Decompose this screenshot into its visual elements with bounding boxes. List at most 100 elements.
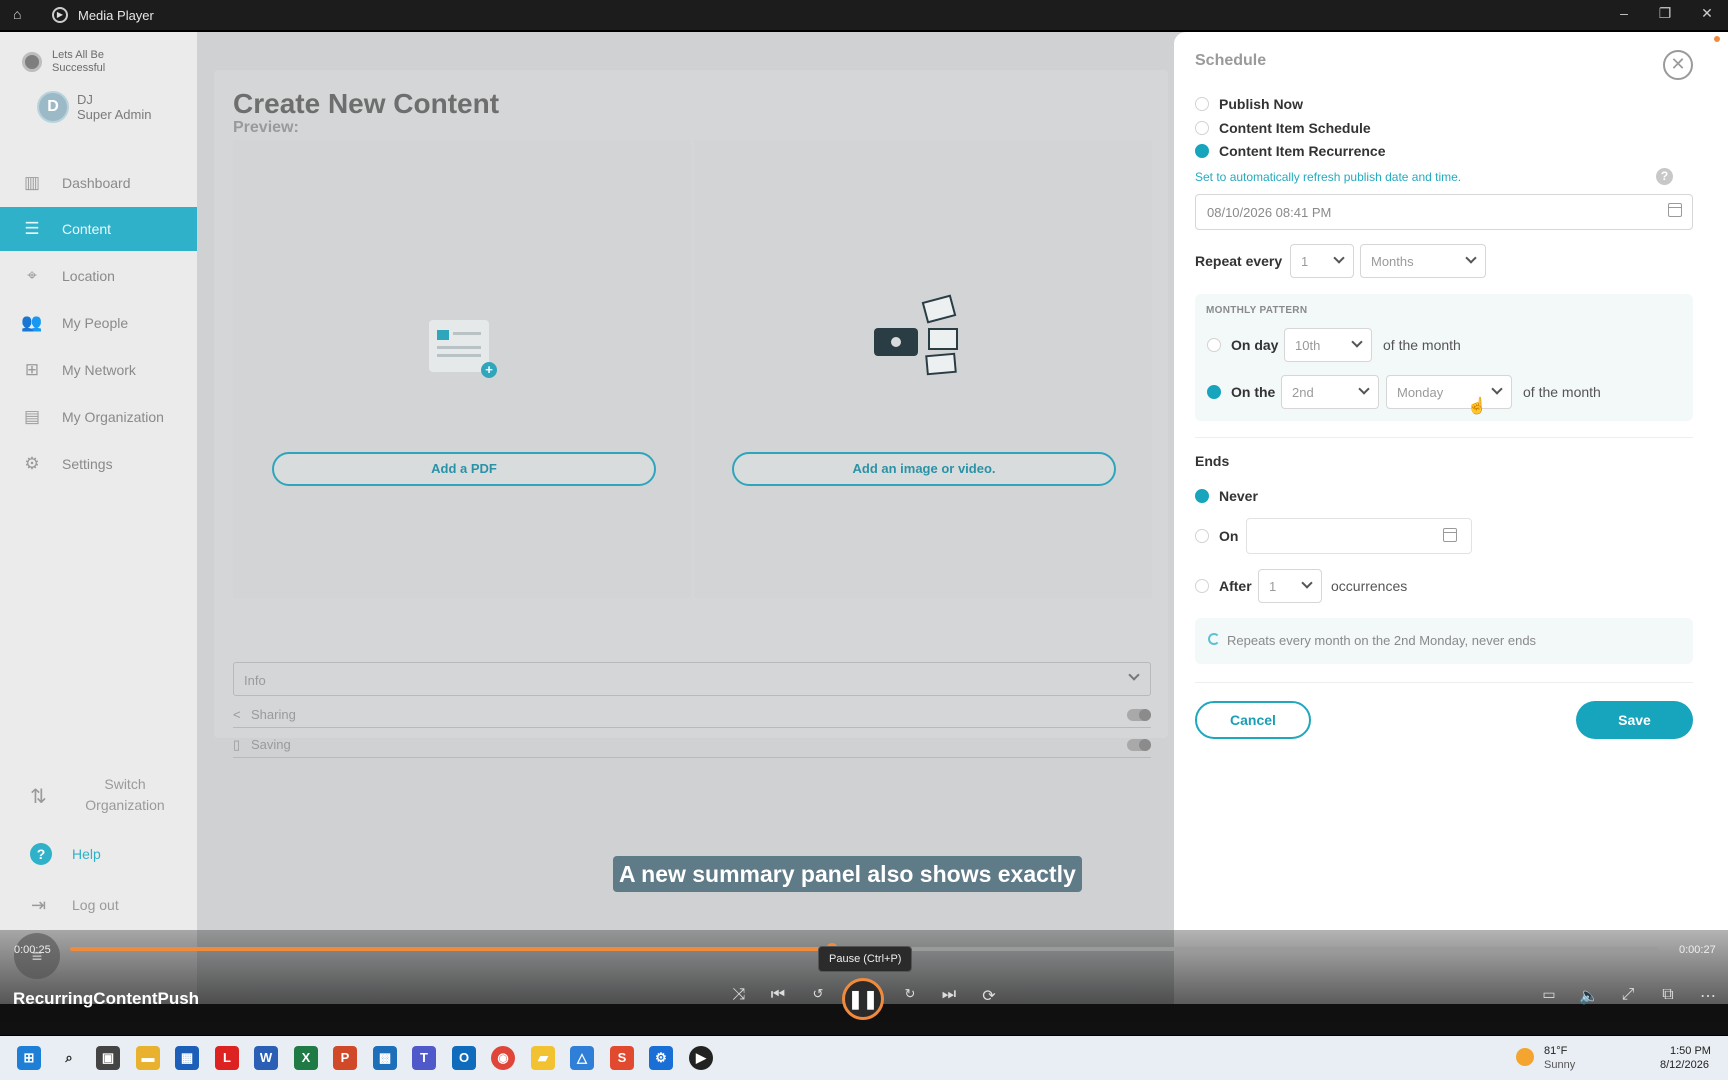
mini-player-icon[interactable]: ⧉: [1656, 986, 1680, 1004]
saving-toggle[interactable]: [1127, 739, 1151, 751]
minimize-button[interactable]: –: [1609, 5, 1639, 21]
search-icon[interactable]: ⌕: [57, 1046, 81, 1070]
radio-ends-never[interactable]: [1195, 489, 1209, 503]
radio-content-item-schedule[interactable]: [1195, 121, 1209, 135]
option-label: Never: [1219, 488, 1258, 504]
app-l-icon[interactable]: L: [215, 1046, 239, 1070]
calendar-icon[interactable]: [1443, 528, 1457, 542]
file-explorer-icon[interactable]: ▬: [136, 1046, 160, 1070]
radio-ends-on[interactable]: [1195, 529, 1209, 543]
more-options-icon[interactable]: ⋯: [1696, 986, 1720, 1006]
ordinal-select[interactable]: 2nd: [1281, 375, 1379, 409]
ends-after-option[interactable]: After: [1195, 578, 1252, 594]
select-value: Months: [1371, 254, 1414, 269]
repeat-unit-select[interactable]: Months: [1360, 244, 1486, 278]
sharing-toggle[interactable]: [1127, 709, 1151, 721]
start-datetime-input[interactable]: 08/10/2026 08:41 PM: [1195, 194, 1693, 230]
clock-time[interactable]: 1:50 PM: [1670, 1045, 1711, 1057]
content-item-schedule-option[interactable]: Content Item Schedule: [1195, 120, 1371, 136]
cancel-button[interactable]: Cancel: [1195, 701, 1311, 739]
ends-never-option[interactable]: Never: [1195, 488, 1258, 504]
sidebar-item-my-people[interactable]: 👥 My People: [0, 301, 197, 345]
close-panel-button[interactable]: ✕: [1663, 50, 1693, 80]
radio-on-day[interactable]: [1207, 338, 1221, 352]
pause-button[interactable]: ❚❚: [842, 978, 884, 1020]
start-icon[interactable]: ⊞: [17, 1046, 41, 1070]
sidebar-item-dashboard[interactable]: ▥ Dashboard: [0, 161, 197, 205]
info-label: Info: [244, 673, 266, 688]
close-window-button[interactable]: ✕: [1692, 5, 1722, 22]
playlist-menu-button[interactable]: ≡: [14, 933, 60, 979]
save-button[interactable]: Save: [1576, 701, 1693, 739]
restore-button[interactable]: ❐: [1650, 5, 1680, 22]
total-time: 0:00:27: [1679, 944, 1716, 956]
rewind-10-icon[interactable]: ↺: [806, 986, 830, 1002]
radio-publish-now[interactable]: [1195, 97, 1209, 111]
sidebar-item-my-organization[interactable]: ▤ My Organization: [0, 395, 197, 439]
sticky-notes-icon[interactable]: ▰: [531, 1046, 555, 1070]
sidebar-item-my-network[interactable]: ⊞ My Network: [0, 348, 197, 392]
chevron-down-icon: [1128, 669, 1140, 681]
word-icon[interactable]: W: [254, 1046, 278, 1070]
teams-icon[interactable]: T: [412, 1046, 436, 1070]
previous-icon[interactable]: ⏮: [766, 986, 790, 1004]
radio-content-item-recurrence[interactable]: [1195, 144, 1209, 158]
video-caption: A new summary panel also shows exactly: [613, 856, 1082, 892]
content-item-recurrence-option[interactable]: Content Item Recurrence: [1195, 143, 1385, 159]
recurrence-summary: Repeats every month on the 2nd Monday, n…: [1195, 618, 1693, 664]
select-value: 1: [1269, 579, 1277, 594]
store-icon[interactable]: ▦: [175, 1046, 199, 1070]
user-profile[interactable]: D DJ Super Admin: [37, 91, 151, 123]
shuffle-icon[interactable]: ⤨: [727, 986, 751, 1004]
sidebar-item-content[interactable]: ☰ Content: [0, 207, 197, 251]
repeat-count-select[interactable]: 1: [1290, 244, 1354, 278]
publish-now-option[interactable]: Publish Now: [1195, 96, 1303, 112]
add-media-button[interactable]: Add an image or video.: [732, 452, 1116, 486]
subtitles-icon[interactable]: ▭: [1537, 986, 1561, 1003]
title-bar: ⌂ ▶ Media Player – ❐ ✕: [0, 0, 1728, 30]
next-icon[interactable]: ⏭: [937, 986, 961, 1004]
sidebar-item-location[interactable]: ⌖ Location: [0, 254, 197, 298]
settings-app-icon[interactable]: ⚙: [649, 1046, 673, 1070]
weekday-select[interactable]: Monday: [1386, 375, 1512, 409]
volume-icon[interactable]: 🔈: [1577, 986, 1601, 1006]
fullscreen-icon[interactable]: ⤢: [1616, 986, 1640, 1004]
ends-title: Ends: [1195, 453, 1230, 469]
recurrence-hint: Set to automatically refresh publish dat…: [1195, 170, 1462, 184]
logout-icon: ⇥: [31, 895, 47, 915]
sidebar-item-settings[interactable]: ⚙ Settings: [0, 442, 197, 486]
end-date-input[interactable]: [1246, 518, 1472, 554]
powerpoint-icon[interactable]: P: [333, 1046, 357, 1070]
repeat-icon[interactable]: ⟳: [977, 986, 1001, 1006]
clock-date[interactable]: 8/12/2026: [1660, 1059, 1709, 1071]
add-pdf-button[interactable]: Add a PDF: [272, 452, 656, 486]
excel-icon[interactable]: X: [294, 1046, 318, 1070]
media-player-taskbar-icon[interactable]: ▶: [689, 1046, 713, 1070]
occurrences-select[interactable]: 1: [1258, 569, 1322, 603]
sidebar-item-label: Settings: [62, 456, 113, 472]
calendar-icon[interactable]: [1668, 203, 1682, 217]
on-day-select[interactable]: 10th: [1284, 328, 1372, 362]
forward-30-icon[interactable]: ↻: [898, 986, 922, 1002]
switch-org-label: Switch Organization: [85, 776, 165, 813]
photos-icon[interactable]: △: [570, 1046, 594, 1070]
create-content-card: Create New Content Preview: + Add a PDF …: [214, 70, 1168, 738]
radio-ends-after[interactable]: [1195, 579, 1209, 593]
info-dropdown[interactable]: Info: [233, 662, 1151, 696]
ends-on-option[interactable]: On: [1195, 528, 1238, 544]
page-title: Create New Content: [233, 88, 500, 119]
outlook-icon[interactable]: O: [452, 1046, 476, 1070]
help-question-icon[interactable]: ?: [1656, 168, 1673, 185]
snagit-icon[interactable]: S: [610, 1046, 634, 1070]
radio-on-the[interactable]: [1207, 385, 1221, 399]
remote-desktop-icon[interactable]: ▩: [373, 1046, 397, 1070]
sidebar-item-label: Location: [62, 268, 115, 284]
chrome-icon[interactable]: ◉: [491, 1046, 515, 1070]
task-view-icon[interactable]: ▣: [96, 1046, 120, 1070]
media-title: RecurringContentPush: [13, 989, 200, 1008]
home-icon[interactable]: ⌂: [13, 6, 21, 22]
summary-text: Repeats every month on the 2nd Monday, n…: [1227, 633, 1537, 648]
camera-icon: [874, 328, 918, 356]
user-name: DJ: [77, 92, 93, 107]
media-preview-area: [694, 140, 1152, 598]
